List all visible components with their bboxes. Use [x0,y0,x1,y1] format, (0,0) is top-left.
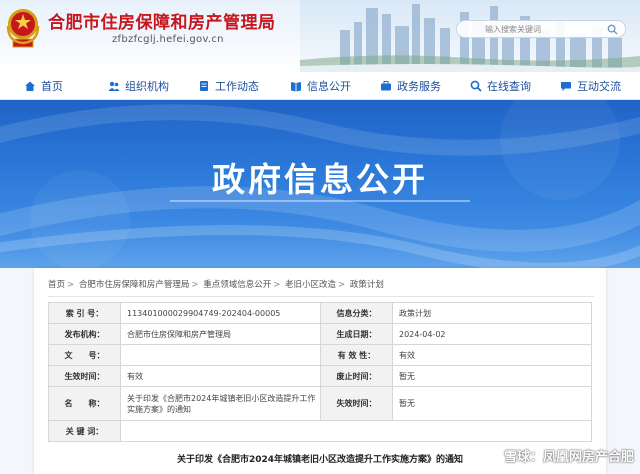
nav-item-info-disclosure[interactable]: 信息公开 [290,78,351,94]
validity-value: 有效 [392,344,592,366]
content-card: 首页 > 合肥市住房保障和房产管理局 > 重点领域信息公开 > 老旧小区改造 > 政策计… [34,268,606,474]
name-label: 名 称： [48,386,121,421]
info-table: 索 引 号： 11340100002990474​9-202404-00005 … [48,302,592,442]
search-icon[interactable] [607,24,618,35]
nav-item-label: 在线查询 [487,79,531,93]
category-label: 信息分类： [320,302,393,324]
site-domain: zfbzfcglj.hefei.gov.cn [112,34,224,45]
nav-item-organization[interactable]: 组织机构 [108,78,169,94]
breadcrumb: 首页 > 合肥市住房保障和房产管理局 > 重点领域信息公开 > 老旧小区改造 > 政策计… [48,280,384,290]
table-row: 名 称： 关于印发《合肥市2024年城镇老旧小区改造提升工作实施方案》的通知 失… [48,386,592,421]
name-value: 关于印发《合肥市2024年城镇老旧小区改造提升工作实施方案》的通知 [120,386,321,421]
doc-no-label: 文 号： [48,344,121,366]
nav-item-online-query[interactable]: 在线查询 [470,78,531,94]
doc-no-value [120,344,321,366]
search-box[interactable] [456,20,626,38]
index-no-value: 11340100002990474​9-202404-00005 [120,302,321,324]
nav-item-label: 首页 [41,79,63,93]
site-title[interactable]: 合肥市住房保障和房产管理局 [48,8,276,33]
search-icon [470,80,482,92]
nav-item-interaction[interactable]: 互动交流 [560,78,621,94]
divider [48,296,594,297]
site-header: 合肥市住房保障和房产管理局 zfbzfcglj.hefei.gov.cn [0,0,640,72]
keywords-label: 关 键 词： [48,420,121,442]
breadcrumb-old-community[interactable]: 老旧小区改造 [285,280,336,290]
effective-label: 生效时间： [48,365,121,387]
breadcrumb-key-areas[interactable]: 重点领域信息公开 [203,280,271,290]
category-value: 政策计划 [392,302,592,324]
page-banner: 政府信息公开 [0,100,640,268]
nav-item-label: 信息公开 [307,79,351,93]
table-row: 生效时间： 有效 废止时间： 暂无 [48,365,592,387]
people-icon [108,80,120,92]
document-icon [198,80,210,92]
table-row: 索 引 号： 11340100002990474​9-202404-00005 … [48,302,592,324]
nav-item-label: 互动交流 [577,79,621,93]
search-input[interactable] [457,21,597,37]
nav-item-label: 组织机构 [125,79,169,93]
abolish-value: 暂无 [392,365,592,387]
nav-item-gov-services[interactable]: 政务服务 [380,78,441,94]
effective-value: 有效 [120,365,321,387]
table-row: 发布机构： 合肥市住房保障和房产管理局 生成日期： 2024-04-02 [48,323,592,345]
national-emblem-icon [6,9,40,48]
breadcrumb-bureau[interactable]: 合肥市住房保障和房产管理局 [79,280,190,290]
book-icon [290,80,302,92]
publisher-label: 发布机构： [48,323,121,345]
validity-label: 有 效 性： [320,344,393,366]
home-icon [24,80,36,92]
date-value: 2024-04-02 [392,323,592,345]
keywords-value [120,420,592,442]
watermark-text: 雪球：凤凰网房产合肥 [503,450,634,465]
nav-item-label: 工作动态 [215,79,259,93]
nav-item-work-news[interactable]: 工作动态 [198,78,259,94]
breadcrumb-home[interactable]: 首页 [48,280,65,290]
chat-icon [560,80,572,92]
breadcrumb-policy-plan[interactable]: 政策计划 [350,280,384,290]
publisher-value: 合肥市住房保障和房产管理局 [120,323,321,345]
index-no-label: 索 引 号： [48,302,121,324]
expire-label: 失效时间： [320,386,393,421]
abolish-label: 废止时间： [320,365,393,387]
nav-item-home[interactable]: 首页 [24,78,63,94]
nav-item-label: 政务服务 [397,79,441,93]
page-title: 政府信息公开 [212,160,428,199]
main-nav: 首页 组织机构 工作动态 信息公开 政务服务 在线查询 互动交流 [0,72,640,100]
table-row: 关 键 词： [48,420,592,442]
table-row: 文 号： 有 效 性： 有效 [48,344,592,366]
expire-value: 暂无 [392,386,592,421]
briefcase-icon [380,80,392,92]
date-label: 生成日期： [320,323,393,345]
